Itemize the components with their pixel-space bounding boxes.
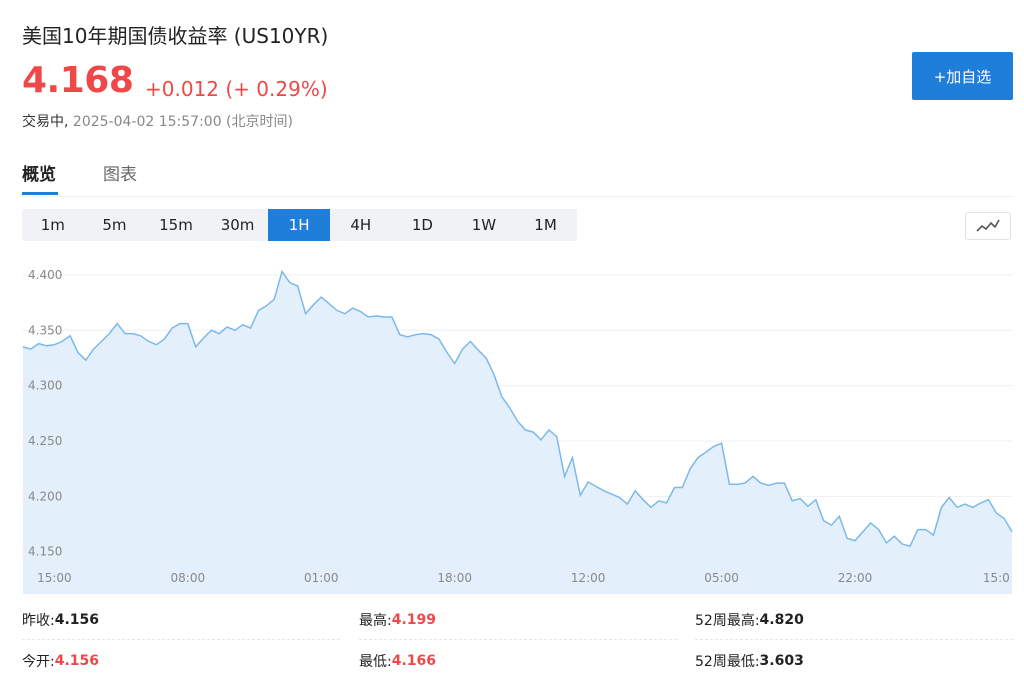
range-5m-button[interactable]: 5m [84,209,146,241]
price-change: +0.012 (+ 0.29%) [145,77,328,101]
range-1m-button[interactable]: 1m [22,209,84,241]
tab-overview[interactable]: 概览 [22,160,56,185]
high-value: 4.199 [391,611,437,628]
week52-high-stat: 52周最高: 4.820 [695,600,1013,640]
yield-chart[interactable]: 4.400 4.350 4.300 4.250 4.200 4.150 15:00 08:0… [22,255,1013,594]
range-1h-button[interactable]: 1H [268,209,330,241]
time-range-selector: 1m 5m 15m 30m 1H 4H 1D 1W 1M [22,209,577,241]
prev-close-value: 4.156 [54,611,100,628]
prev-close-label: 昨收: [22,612,55,629]
timestamp: 2025-04-02 15:57:00 (北京时间) [72,114,293,130]
x-tick-label: 22:00 [838,571,873,585]
x-tick-label: 01:00 [304,571,339,585]
range-1d-button[interactable]: 1D [392,209,454,241]
high-label: 最高: [359,612,392,629]
tab-bar: 概览 图表 [22,158,1012,197]
y-tick-label: 4.300 [28,379,62,393]
range-30m-button[interactable]: 30m [207,209,269,241]
week52-low-value: 3.603 [759,653,804,669]
x-tick-label: 05:00 [704,571,739,585]
low-label: 最低: [359,654,392,670]
range-1w-button[interactable]: 1W [453,209,515,241]
open-value: 4.156 [54,653,100,669]
line-chart-icon [976,219,1000,232]
tab-chart[interactable]: 图表 [103,160,137,185]
y-tick-label: 4.200 [28,489,62,503]
x-tick-label: 08:00 [171,571,206,585]
range-15m-button[interactable]: 15m [145,209,207,241]
range-4h-button[interactable]: 4H [330,209,392,241]
y-tick-label: 4.350 [28,323,62,337]
range-1month-button[interactable]: 1M [515,209,577,241]
page-title: 美国10年期国债收益率 (US10YR) [22,24,329,48]
open-stat: 今开: 4.156 [22,641,340,681]
week52-high-label: 52周最高: [695,612,760,629]
active-tab-indicator [22,192,58,195]
week52-low-label: 52周最低: [695,654,760,670]
open-label: 今开: [22,654,55,670]
add-to-watchlist-button[interactable]: +加自选 [912,52,1013,100]
x-tick-label: 15:0 [983,571,1010,585]
week52-low-stat: 52周最低: 3.603 [695,641,1013,681]
y-tick-label: 4.150 [28,545,62,559]
high-stat: 最高: 4.199 [359,600,677,640]
trading-status: 交易中, 2025-04-02 15:57:00 (北京时间) [22,111,293,131]
prev-close-stat: 昨收: 4.156 [22,600,340,640]
week52-high-value: 4.820 [759,611,804,628]
low-stat: 最低: 4.166 [359,641,677,681]
x-tick-label: 15:00 [37,571,72,585]
x-tick-label: 12:00 [571,571,606,585]
low-value: 4.166 [391,653,437,669]
chart-type-toggle[interactable] [965,212,1011,240]
x-tick-label: 18:00 [437,571,472,585]
y-tick-label: 4.250 [28,434,62,448]
y-tick-label: 4.400 [28,268,62,282]
current-price: 4.168 [22,60,134,101]
status-text: 交易中, [22,114,69,130]
